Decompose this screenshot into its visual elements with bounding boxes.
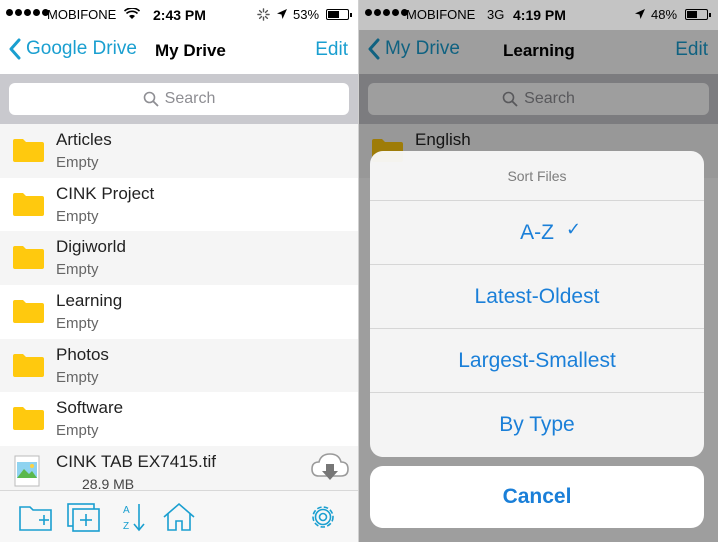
chevron-left-icon bbox=[9, 38, 21, 60]
folder-detail: Empty bbox=[56, 315, 99, 333]
sort-letter-top: A bbox=[123, 505, 130, 516]
folder-detail: Empty bbox=[56, 154, 99, 171]
activity-spinner-icon bbox=[257, 8, 270, 21]
sort-option-label: A-Z bbox=[520, 220, 554, 244]
battery-percent: 53% bbox=[293, 7, 320, 22]
folder-detail: Empty bbox=[56, 368, 99, 386]
clock: 4:19 PM bbox=[513, 7, 566, 23]
folder-icon bbox=[13, 139, 44, 162]
folder-name: Photos bbox=[56, 344, 109, 364]
sort-letter-bottom: Z bbox=[123, 521, 129, 532]
battery-percent: 48% bbox=[651, 7, 678, 22]
sort-option-label: Latest-Oldest bbox=[474, 284, 600, 308]
sort-az-icon[interactable]: A Z bbox=[121, 501, 149, 533]
battery-icon bbox=[326, 9, 352, 20]
location-arrow-icon bbox=[277, 9, 287, 19]
add-file-icon[interactable] bbox=[66, 501, 102, 533]
search-icon bbox=[143, 91, 159, 107]
folder-name: Digiworld bbox=[56, 237, 126, 257]
folder-name: Articles bbox=[56, 130, 112, 149]
signal-dots-icon bbox=[365, 9, 408, 16]
folder-icon bbox=[13, 300, 44, 324]
file-list-item[interactable]: CINK TAB EX7415.tif 28.9 MB bbox=[0, 446, 358, 492]
list-item[interactable]: Software Empty bbox=[0, 392, 358, 446]
signal-dots-icon bbox=[6, 9, 49, 16]
sort-option-latest-oldest[interactable]: Latest-Oldest bbox=[370, 265, 704, 329]
edit-button[interactable]: Edit bbox=[315, 39, 348, 61]
folder-icon bbox=[13, 353, 44, 377]
wifi-icon bbox=[124, 8, 140, 19]
list-item[interactable]: Photos Empty bbox=[0, 338, 358, 393]
sort-option-label: By Type bbox=[499, 413, 575, 436]
folder-detail: Empty bbox=[56, 422, 99, 440]
battery-icon bbox=[685, 9, 711, 20]
sort-option-by-type[interactable]: By Type bbox=[370, 393, 704, 457]
sort-action-sheet: Sort Files A-Z ✓ Latest-Oldest Largest-S… bbox=[370, 151, 704, 457]
cancel-button[interactable]: Cancel bbox=[370, 466, 704, 528]
status-bar: MOBIFONE 2:43 PM 53% bbox=[0, 0, 358, 30]
folder-icon bbox=[13, 192, 44, 216]
search-placeholder: Search bbox=[164, 90, 216, 107]
status-bar: MOBIFONE 3G 4:19 PM 48% bbox=[359, 0, 718, 30]
folder-name: CINK Project bbox=[56, 183, 155, 203]
search-input[interactable]: Search bbox=[9, 83, 349, 115]
folder-name: Learning bbox=[56, 291, 123, 311]
carrier-label: MOBIFONE bbox=[47, 7, 117, 22]
location-arrow-icon bbox=[635, 9, 645, 19]
folder-detail: Empty bbox=[56, 207, 99, 225]
home-icon[interactable] bbox=[162, 501, 196, 533]
sort-option-a-z[interactable]: A-Z ✓ bbox=[370, 201, 704, 265]
network-type: 3G bbox=[487, 7, 505, 22]
settings-icon[interactable] bbox=[307, 501, 339, 533]
carrier-label: MOBIFONE bbox=[406, 7, 476, 22]
list-item[interactable]: Digiworld Empty bbox=[0, 231, 358, 286]
sort-option-largest-smallest[interactable]: Largest-Smallest bbox=[370, 329, 704, 393]
folder-icon bbox=[13, 407, 44, 431]
image-file-icon bbox=[14, 455, 40, 487]
new-folder-icon[interactable] bbox=[18, 501, 54, 533]
folder-detail: Empty bbox=[56, 261, 99, 279]
file-name: CINK TAB EX7415.tif bbox=[56, 452, 216, 471]
cloud-download-icon[interactable] bbox=[310, 450, 350, 484]
back-button-label: Google Drive bbox=[26, 38, 137, 59]
list-item[interactable]: CINK Project Empty bbox=[0, 178, 358, 232]
search-bar-area: Search bbox=[0, 74, 358, 124]
page-title: My Drive bbox=[155, 41, 226, 60]
back-button[interactable]: Google Drive bbox=[8, 38, 137, 60]
folder-icon bbox=[13, 246, 44, 270]
right-screen: MOBIFONE 3G 4:19 PM 48% My Drive Learnin… bbox=[359, 0, 718, 542]
sort-option-label: Largest-Smallest bbox=[458, 348, 616, 372]
left-screen: MOBIFONE 2:43 PM 53% Google Drive My Dri… bbox=[0, 0, 358, 542]
list-item[interactable]: Articles Empty bbox=[0, 124, 358, 178]
checkmark-icon: ✓ bbox=[566, 219, 582, 239]
folder-name: Software bbox=[56, 398, 124, 418]
clock: 2:43 PM bbox=[153, 7, 206, 23]
list-item[interactable]: Learning Empty bbox=[0, 285, 358, 339]
bottom-toolbar: A Z bbox=[0, 490, 358, 542]
sheet-title: Sort Files bbox=[370, 151, 704, 201]
navigation-bar: Google Drive My Drive Edit bbox=[0, 30, 358, 74]
file-list: Articles Empty CINK Project Empty Digiwo… bbox=[0, 124, 358, 446]
